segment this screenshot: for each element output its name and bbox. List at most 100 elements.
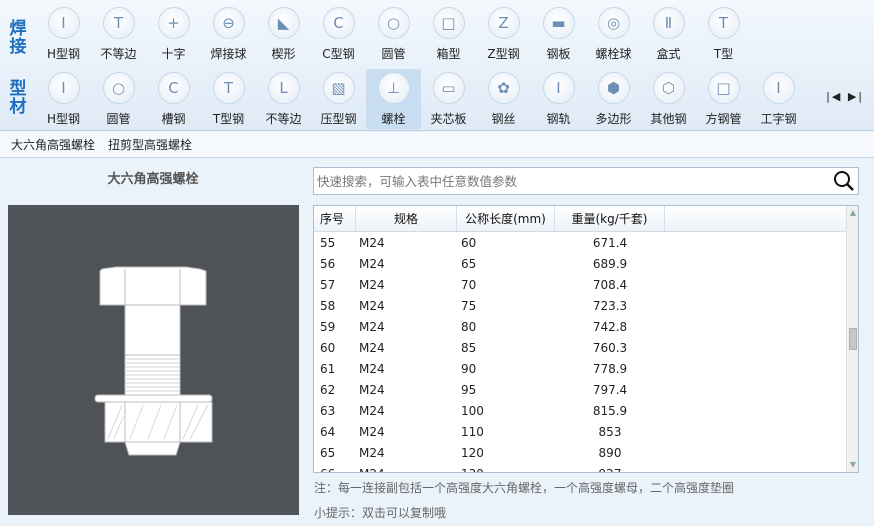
tool-label: H型钢: [46, 47, 81, 61]
table-cell: M24: [359, 235, 385, 250]
tool-round-tube[interactable]: ○ 圆管: [366, 4, 421, 64]
tool-label: 夹芯板: [430, 112, 467, 126]
search-icon[interactable]: [830, 168, 858, 194]
table-row[interactable]: 66M24130927: [314, 463, 858, 473]
table-cell: 927: [555, 467, 665, 473]
subtype-torsion-bolt[interactable]: 扭剪型高强螺栓: [108, 136, 192, 153]
tool-bolt-ball[interactable]: ◎ 螺栓球: [586, 4, 641, 64]
tool-label: 多边形: [595, 112, 632, 126]
tool-steel-plate[interactable]: ▬ 钢板: [531, 4, 586, 64]
tool-label: 不等边: [100, 47, 137, 61]
tool-box-type[interactable]: Ⅱ 盒式: [641, 4, 696, 64]
section-title: 大六角高强螺栓: [107, 172, 199, 187]
col-spec[interactable]: 规格: [356, 206, 457, 231]
tool-steel-wire[interactable]: ✿ 钢丝: [476, 69, 531, 129]
table-cell: 56: [320, 256, 336, 271]
table-row[interactable]: 59 M24 80 742.8: [314, 316, 858, 337]
scroll-up-icon[interactable]: ▲: [848, 208, 858, 218]
tool-i-beam[interactable]: I 工字钢: [751, 69, 806, 129]
tool-label: 钢轨: [546, 112, 571, 126]
col-weight[interactable]: 重量(kg/千套): [555, 206, 665, 231]
tool-c-channel[interactable]: C C型钢: [311, 4, 366, 64]
table-cell: M24: [359, 403, 385, 418]
table-cell: 65: [461, 256, 477, 271]
scroll-down-icon[interactable]: ▼: [848, 460, 858, 470]
tool-channel[interactable]: C 槽钢: [146, 69, 201, 129]
tool-label: 不等边: [265, 112, 302, 126]
table-row[interactable]: 58 M24 75 723.3: [314, 295, 858, 316]
tool-round-tube[interactable]: ○ 圆管: [91, 69, 146, 129]
tool-welded-ball[interactable]: ⊖ 焊接球: [201, 4, 256, 64]
tool-h-beam[interactable]: I H型钢: [36, 69, 91, 129]
table-row[interactable]: 57 M24 70 708.4: [314, 274, 858, 295]
tool-rail[interactable]: I 钢轨: [531, 69, 586, 129]
table-row[interactable]: 63 M24 100 815.9: [314, 400, 858, 421]
tool-label: Z型钢: [487, 47, 520, 61]
tool-t-section[interactable]: T T型: [696, 4, 751, 64]
table-cell: M24: [359, 277, 385, 292]
table-row[interactable]: 60 M24 85 760.3: [314, 337, 858, 358]
table-cell: 57: [320, 277, 336, 292]
table-row[interactable]: 56 M24 65 689.9: [314, 253, 858, 274]
table-cell: 110: [461, 424, 484, 439]
tool-label: 其他钢: [650, 112, 687, 126]
bolt-table[interactable]: 序号 规格 公称长度(mm) 重量(kg/千套) 55 M24 60 671.4 56 M…: [313, 205, 859, 473]
tool-label: 焊接球: [210, 47, 247, 61]
tool-t-beam[interactable]: T T型钢: [201, 69, 256, 129]
table-cell: 80: [461, 319, 477, 334]
h-beam-icon: I: [47, 7, 80, 39]
table-cell: 723.3: [592, 298, 628, 313]
table-scrollbar[interactable]: ▲ ▼: [846, 206, 858, 472]
tool-square-tube[interactable]: □ 方钢管: [696, 69, 751, 129]
z-section-icon: Z: [487, 7, 520, 39]
col-index[interactable]: 序号: [314, 206, 356, 231]
table-body: 55 M24 60 671.4 56 M24 65 689.9 57 M24 70 708.4 58 M2…: [314, 232, 858, 473]
tool-profiled-steel[interactable]: ▧ 压型钢: [311, 69, 366, 129]
tool-polygon[interactable]: ⬢ 多边形: [586, 69, 641, 129]
table-cell: 59: [320, 319, 336, 334]
tool-box-section[interactable]: □ 箱型: [421, 4, 476, 64]
table-cell: 130: [457, 467, 555, 473]
other-steel-icon: ⬡: [652, 72, 685, 104]
steel-plate-icon: ▬: [542, 7, 575, 39]
search-input[interactable]: [314, 169, 830, 193]
round-tube-icon: ○: [102, 72, 135, 104]
bolt-ball-icon: ◎: [597, 7, 630, 39]
tool-sandwich-panel[interactable]: ▭ 夹芯板: [421, 69, 476, 129]
table-cell: 90: [461, 361, 477, 376]
col-length[interactable]: 公称长度(mm): [457, 206, 555, 231]
table-cell: 60: [461, 235, 477, 250]
subtype-hex-bolt[interactable]: 大六角高强螺栓: [11, 136, 95, 153]
table-cell: 85: [461, 340, 477, 355]
table-row[interactable]: 65 M24 120 890: [314, 442, 858, 463]
table-row[interactable]: 55 M24 60 671.4: [314, 232, 858, 253]
tip-text: 小提示：双击可以复制哦: [314, 506, 447, 520]
table-cell: 61: [320, 361, 336, 376]
rail-icon: I: [542, 72, 575, 104]
table-cell: M24: [359, 256, 385, 271]
tool-z-section[interactable]: Z Z型钢: [476, 4, 531, 64]
tool-bolt[interactable]: ⊥ 螺栓: [366, 69, 421, 129]
tool-wedge[interactable]: ◣ 楔形: [256, 4, 311, 64]
t-beam-icon: T: [212, 72, 245, 104]
table-cell: 742.8: [592, 319, 628, 334]
bolt-icon: [94, 266, 213, 456]
table-row[interactable]: 64 M24 110 853: [314, 421, 858, 442]
scroll-arrows[interactable]: |◀ ▶|: [826, 90, 864, 103]
table-cell: 671.4: [592, 235, 628, 250]
tool-angle[interactable]: L 不等边: [256, 69, 311, 129]
table-row[interactable]: 61 M24 90 778.9: [314, 358, 858, 379]
tool-h-beam[interactable]: I H型钢: [36, 4, 91, 64]
round-tube-icon: ○: [377, 7, 410, 39]
table-cell: M24: [359, 445, 385, 460]
table-row[interactable]: 62 M24 95 797.4: [314, 379, 858, 400]
tool-cross[interactable]: + 十字: [146, 4, 201, 64]
table-cell: 75: [461, 298, 477, 313]
scroll-thumb[interactable]: [849, 328, 857, 350]
tool-other-steel[interactable]: ⬡ 其他钢: [641, 69, 696, 129]
table-cell: M24: [359, 319, 385, 334]
search-box[interactable]: [313, 167, 859, 195]
tool-unequal-angle[interactable]: T 不等边: [91, 4, 146, 64]
channel-icon: C: [157, 72, 190, 104]
tool-label: 压型钢: [320, 112, 357, 126]
